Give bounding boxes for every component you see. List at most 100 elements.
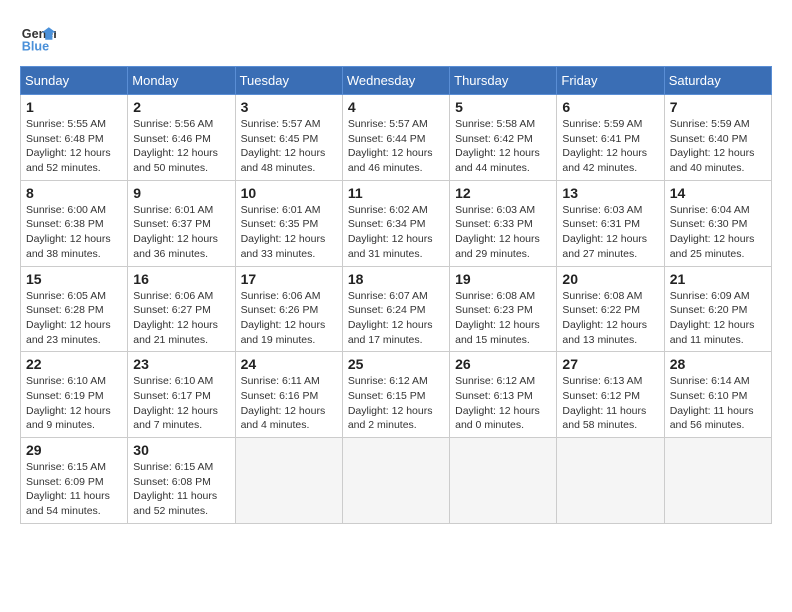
day-info: Sunrise: 6:02 AMSunset: 6:34 PMDaylight:… (348, 203, 444, 262)
day-info: Sunrise: 6:06 AMSunset: 6:26 PMDaylight:… (241, 289, 337, 348)
day-info: Sunrise: 6:14 AMSunset: 6:10 PMDaylight:… (670, 374, 766, 433)
weekday-header-sunday: Sunday (21, 67, 128, 95)
day-number: 2 (133, 99, 229, 115)
calendar-cell: 16 Sunrise: 6:06 AMSunset: 6:27 PMDayligh… (128, 266, 235, 352)
day-info: Sunrise: 6:11 AMSunset: 6:16 PMDaylight:… (241, 374, 337, 433)
calendar-cell: 28 Sunrise: 6:14 AMSunset: 6:10 PMDayligh… (664, 352, 771, 438)
calendar-cell (450, 438, 557, 524)
day-number: 29 (26, 442, 122, 458)
day-number: 25 (348, 356, 444, 372)
calendar-cell: 2 Sunrise: 5:56 AMSunset: 6:46 PMDaylight… (128, 95, 235, 181)
day-number: 14 (670, 185, 766, 201)
day-info: Sunrise: 5:59 AMSunset: 6:40 PMDaylight:… (670, 117, 766, 176)
day-info: Sunrise: 6:05 AMSunset: 6:28 PMDaylight:… (26, 289, 122, 348)
weekday-header-saturday: Saturday (664, 67, 771, 95)
calendar-cell: 12 Sunrise: 6:03 AMSunset: 6:33 PMDayligh… (450, 180, 557, 266)
calendar-cell: 27 Sunrise: 6:13 AMSunset: 6:12 PMDayligh… (557, 352, 664, 438)
calendar-cell: 14 Sunrise: 6:04 AMSunset: 6:30 PMDayligh… (664, 180, 771, 266)
day-number: 8 (26, 185, 122, 201)
day-number: 12 (455, 185, 551, 201)
calendar-cell: 5 Sunrise: 5:58 AMSunset: 6:42 PMDaylight… (450, 95, 557, 181)
calendar-cell (664, 438, 771, 524)
day-number: 6 (562, 99, 658, 115)
calendar-cell: 10 Sunrise: 6:01 AMSunset: 6:35 PMDayligh… (235, 180, 342, 266)
day-number: 21 (670, 271, 766, 287)
calendar-cell: 11 Sunrise: 6:02 AMSunset: 6:34 PMDayligh… (342, 180, 449, 266)
day-info: Sunrise: 6:12 AMSunset: 6:13 PMDaylight:… (455, 374, 551, 433)
day-number: 28 (670, 356, 766, 372)
calendar-week-2: 8 Sunrise: 6:00 AMSunset: 6:38 PMDaylight… (21, 180, 772, 266)
calendar-cell: 21 Sunrise: 6:09 AMSunset: 6:20 PMDayligh… (664, 266, 771, 352)
calendar-cell: 9 Sunrise: 6:01 AMSunset: 6:37 PMDaylight… (128, 180, 235, 266)
calendar-cell: 19Sunrise: 6:08 AMSunset: 6:23 PMDayligh… (450, 266, 557, 352)
calendar-cell: 23Sunrise: 6:10 AMSunset: 6:17 PMDayligh… (128, 352, 235, 438)
day-number: 15 (26, 271, 122, 287)
day-number: 20 (562, 271, 658, 287)
calendar-cell: 30 Sunrise: 6:15 AMSunset: 6:08 PMDayligh… (128, 438, 235, 524)
weekday-header-monday: Monday (128, 67, 235, 95)
calendar-cell (235, 438, 342, 524)
logo: General Blue (20, 20, 56, 56)
day-info: Sunrise: 6:08 AMSunset: 6:23 PMDaylight:… (455, 289, 551, 348)
calendar-cell: 13Sunrise: 6:03 AMSunset: 6:31 PMDayligh… (557, 180, 664, 266)
day-info: Sunrise: 6:15 AMSunset: 6:08 PMDaylight:… (133, 460, 229, 519)
day-info: Sunrise: 6:03 AMSunset: 6:33 PMDaylight:… (455, 203, 551, 262)
calendar-cell: 6 Sunrise: 5:59 AMSunset: 6:41 PMDaylight… (557, 95, 664, 181)
calendar-table: SundayMondayTuesdayWednesdayThursdayFrid… (20, 66, 772, 524)
day-info: Sunrise: 5:57 AMSunset: 6:44 PMDaylight:… (348, 117, 444, 176)
calendar-cell (557, 438, 664, 524)
day-number: 10 (241, 185, 337, 201)
day-info: Sunrise: 5:57 AMSunset: 6:45 PMDaylight:… (241, 117, 337, 176)
calendar-cell: 20Sunrise: 6:08 AMSunset: 6:22 PMDayligh… (557, 266, 664, 352)
day-info: Sunrise: 5:59 AMSunset: 6:41 PMDaylight:… (562, 117, 658, 176)
day-number: 5 (455, 99, 551, 115)
day-info: Sunrise: 6:07 AMSunset: 6:24 PMDaylight:… (348, 289, 444, 348)
calendar-cell: 17 Sunrise: 6:06 AMSunset: 6:26 PMDayligh… (235, 266, 342, 352)
day-number: 24 (241, 356, 337, 372)
calendar-cell: 15 Sunrise: 6:05 AMSunset: 6:28 PMDayligh… (21, 266, 128, 352)
weekday-header-friday: Friday (557, 67, 664, 95)
day-number: 26 (455, 356, 551, 372)
day-number: 11 (348, 185, 444, 201)
day-info: Sunrise: 6:13 AMSunset: 6:12 PMDaylight:… (562, 374, 658, 433)
calendar-cell: 4 Sunrise: 5:57 AMSunset: 6:44 PMDaylight… (342, 95, 449, 181)
calendar-cell: 22 Sunrise: 6:10 AMSunset: 6:19 PMDayligh… (21, 352, 128, 438)
day-number: 4 (348, 99, 444, 115)
day-number: 16 (133, 271, 229, 287)
day-info: Sunrise: 5:58 AMSunset: 6:42 PMDaylight:… (455, 117, 551, 176)
calendar-cell: 26 Sunrise: 6:12 AMSunset: 6:13 PMDayligh… (450, 352, 557, 438)
day-info: Sunrise: 6:10 AMSunset: 6:19 PMDaylight:… (26, 374, 122, 433)
logo-icon: General Blue (20, 20, 56, 56)
day-number: 13 (562, 185, 658, 201)
page-header: General Blue (20, 20, 772, 56)
day-info: Sunrise: 6:04 AMSunset: 6:30 PMDaylight:… (670, 203, 766, 262)
day-info: Sunrise: 5:56 AMSunset: 6:46 PMDaylight:… (133, 117, 229, 176)
calendar-cell: 24 Sunrise: 6:11 AMSunset: 6:16 PMDayligh… (235, 352, 342, 438)
calendar-cell: 3 Sunrise: 5:57 AMSunset: 6:45 PMDaylight… (235, 95, 342, 181)
calendar-week-1: 1 Sunrise: 5:55 AMSunset: 6:48 PMDaylight… (21, 95, 772, 181)
day-number: 9 (133, 185, 229, 201)
calendar-week-3: 15 Sunrise: 6:05 AMSunset: 6:28 PMDayligh… (21, 266, 772, 352)
calendar-cell: 29Sunrise: 6:15 AMSunset: 6:09 PMDayligh… (21, 438, 128, 524)
day-info: Sunrise: 5:55 AMSunset: 6:48 PMDaylight:… (26, 117, 122, 176)
weekday-header-thursday: Thursday (450, 67, 557, 95)
day-number: 1 (26, 99, 122, 115)
day-info: Sunrise: 6:00 AMSunset: 6:38 PMDaylight:… (26, 203, 122, 262)
day-info: Sunrise: 6:12 AMSunset: 6:15 PMDaylight:… (348, 374, 444, 433)
weekday-header-row: SundayMondayTuesdayWednesdayThursdayFrid… (21, 67, 772, 95)
calendar-cell: 8 Sunrise: 6:00 AMSunset: 6:38 PMDaylight… (21, 180, 128, 266)
day-number: 22 (26, 356, 122, 372)
day-info: Sunrise: 6:06 AMSunset: 6:27 PMDaylight:… (133, 289, 229, 348)
day-info: Sunrise: 6:01 AMSunset: 6:35 PMDaylight:… (241, 203, 337, 262)
day-number: 7 (670, 99, 766, 115)
day-number: 30 (133, 442, 229, 458)
calendar-cell: 7 Sunrise: 5:59 AMSunset: 6:40 PMDaylight… (664, 95, 771, 181)
day-info: Sunrise: 6:01 AMSunset: 6:37 PMDaylight:… (133, 203, 229, 262)
calendar-week-5: 29Sunrise: 6:15 AMSunset: 6:09 PMDayligh… (21, 438, 772, 524)
day-info: Sunrise: 6:09 AMSunset: 6:20 PMDaylight:… (670, 289, 766, 348)
calendar-cell: 25 Sunrise: 6:12 AMSunset: 6:15 PMDayligh… (342, 352, 449, 438)
calendar-week-4: 22 Sunrise: 6:10 AMSunset: 6:19 PMDayligh… (21, 352, 772, 438)
day-number: 17 (241, 271, 337, 287)
day-number: 3 (241, 99, 337, 115)
day-number: 27 (562, 356, 658, 372)
